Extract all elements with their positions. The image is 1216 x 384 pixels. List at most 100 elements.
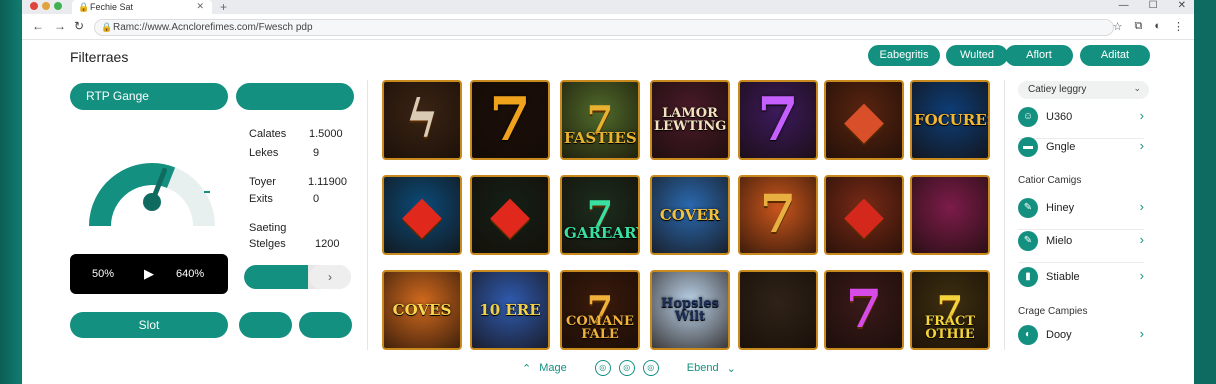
sidebar-item[interactable]: ▬ Gngle ›	[1018, 135, 1144, 161]
close-dot[interactable]	[30, 2, 38, 10]
sidebar-item-label: U360	[1046, 111, 1073, 123]
tab-bar: 🔒 Fechie Sat ✕ + — ☐ ✕	[22, 0, 1194, 14]
aflort-button[interactable]: Aflort	[1005, 45, 1073, 66]
stat-label: Stelges	[249, 238, 286, 250]
game-art	[740, 272, 816, 348]
game-tile[interactable]: ◆	[824, 80, 904, 160]
pagination-right-label[interactable]: Ebend	[687, 362, 719, 374]
game-title: 10 ERE	[479, 300, 541, 319]
tab-close-icon[interactable]: ✕	[196, 1, 204, 12]
game-tile[interactable]: 7 GAREARY	[560, 175, 640, 255]
slider-handle[interactable]: ›	[309, 265, 351, 289]
game-art: 7	[740, 177, 816, 253]
play-icon[interactable]: ▶	[144, 266, 154, 282]
range-max: 640%	[176, 268, 205, 280]
game-tile[interactable]: COVES	[382, 270, 462, 350]
range-min: 50%	[92, 268, 115, 280]
game-art: 7	[740, 82, 816, 158]
game-art: FOCURES	[912, 82, 988, 158]
close-window-icon[interactable]: ✕	[1178, 0, 1186, 11]
stat-label: Exits	[249, 193, 273, 205]
filter-pill-button[interactable]	[236, 83, 354, 110]
aditat-button[interactable]: Aditat	[1080, 45, 1150, 66]
sidebar-item[interactable]: ✎ Hiney ›	[1018, 196, 1144, 230]
page-circle-icon[interactable]: ◎	[618, 360, 635, 376]
game-art: 7 COMANE FALE	[562, 272, 638, 348]
game-art: 7 FASTIES	[562, 82, 638, 158]
game-tile[interactable]	[910, 175, 990, 255]
game-title: 7	[489, 85, 531, 155]
game-tile[interactable]: 7	[824, 270, 904, 350]
sidebar-item[interactable]: ▮ Stiable ›	[1018, 265, 1144, 291]
stat-value: 1.11900	[308, 176, 347, 188]
filter-button-3[interactable]	[299, 312, 352, 338]
game-art: Hopsles Wilt	[652, 272, 728, 348]
game-art: 7 GAREARY	[562, 177, 638, 253]
game-tile[interactable]: 7	[470, 80, 550, 160]
game-tile[interactable]: ◆	[382, 175, 462, 255]
range-slider[interactable]: ›	[244, 265, 351, 289]
profile-icon[interactable]: ◐	[1154, 20, 1161, 33]
slot-button[interactable]: Slot	[70, 312, 228, 338]
page-circle-icon[interactable]: ◎	[594, 360, 611, 376]
game-art: 7 FRACT OTHIE	[912, 272, 988, 348]
game-tile[interactable]: 7	[738, 175, 818, 255]
sidebar-item-label: Gngle	[1046, 141, 1076, 153]
stat-label: Saeting	[249, 222, 287, 234]
minimize-icon[interactable]: —	[1119, 0, 1129, 11]
forward-icon[interactable]: →	[54, 19, 66, 33]
categories-button[interactable]: Eabegritis	[868, 45, 940, 66]
sidebar-item-label: Hiney	[1046, 202, 1075, 214]
sidebar-item-label: Mielo	[1046, 235, 1073, 247]
section-heading: Crage Campies	[1018, 306, 1088, 317]
game-title: Hopsles Wilt	[661, 296, 719, 324]
maximize-dot[interactable]	[54, 2, 62, 10]
new-tab-icon[interactable]: +	[220, 0, 227, 14]
maximize-icon[interactable]: ☐	[1149, 0, 1158, 11]
game-tile[interactable]: FOCURES	[910, 80, 990, 160]
back-icon[interactable]: ←	[32, 19, 44, 33]
menu-icon[interactable]: ⋮	[1173, 20, 1184, 33]
game-symbol-icon: ◆	[844, 184, 884, 245]
game-tile[interactable]: 7 COMANE FALE	[560, 270, 640, 350]
sidebar-item[interactable]: ◐ Dooy ›	[1018, 323, 1144, 349]
game-tile[interactable]	[738, 270, 818, 350]
pagination-left-label[interactable]: Mage	[539, 362, 567, 374]
reload-icon[interactable]: ↻	[74, 19, 84, 33]
chevron-down-icon[interactable]: ⌄	[727, 362, 736, 375]
page-circle-icon[interactable]: ◎	[642, 360, 659, 376]
sidebar-item[interactable]: ✎ Mielo ›	[1018, 229, 1144, 263]
section-heading: Catior Camigs	[1018, 175, 1082, 186]
url-input[interactable]: 🔒 Ramc://www.Acnclorefimes.com/Fwesch pd…	[94, 19, 1114, 36]
game-title: COVER	[659, 205, 721, 224]
game-tile[interactable]: 10 ERE	[470, 270, 550, 350]
rtp-range-button[interactable]: RTP Gange	[70, 83, 228, 110]
game-tile[interactable]: 7 FRACT OTHIE	[910, 270, 990, 350]
address-toolbar: ← → ↻ 🔒 Ramc://www.Acnclorefimes.com/Fwe…	[22, 14, 1194, 40]
browser-window: 🔒 Fechie Sat ✕ + — ☐ ✕ ← → ↻ 🔒 Ramc://ww…	[22, 0, 1194, 384]
game-tile[interactable]: COVER	[650, 175, 730, 255]
extensions-icon[interactable]: ⧉	[1134, 20, 1142, 33]
sidebar-item[interactable]: ☺ U360 ›	[1018, 105, 1144, 139]
pagination: ⌃ Mage ◎ ◎ ◎ Ebend ⌄	[522, 360, 736, 376]
game-tile[interactable]: ϟ	[382, 80, 462, 160]
minimize-dot[interactable]	[42, 2, 50, 10]
slider-fill	[244, 265, 309, 289]
browser-tab[interactable]: 🔒 Fechie Sat ✕	[72, 0, 212, 14]
wulted-button[interactable]: Wulted	[946, 45, 1008, 66]
bookmark-star-icon[interactable]: ☆	[1113, 20, 1123, 33]
chevron-up-icon[interactable]: ⌃	[522, 362, 531, 375]
game-tile[interactable]: 7	[738, 80, 818, 160]
game-tile[interactable]: LAMOR LEWTING	[650, 80, 730, 160]
stat-value: 9	[313, 147, 320, 159]
category-dropdown[interactable]: Catiey leggry ⌄	[1018, 81, 1149, 99]
smile-icon: ☺	[1018, 107, 1038, 127]
game-tile[interactable]: Hopsles Wilt	[650, 270, 730, 350]
filter-button-2[interactable]	[239, 312, 292, 338]
game-tile[interactable]: 7 FASTIES	[560, 80, 640, 160]
traffic-lights	[30, 2, 62, 10]
game-tile[interactable]: ◆	[470, 175, 550, 255]
stat-value: 1200	[315, 238, 340, 250]
game-tile[interactable]: ◆	[824, 175, 904, 255]
gauge-hub	[143, 193, 161, 211]
